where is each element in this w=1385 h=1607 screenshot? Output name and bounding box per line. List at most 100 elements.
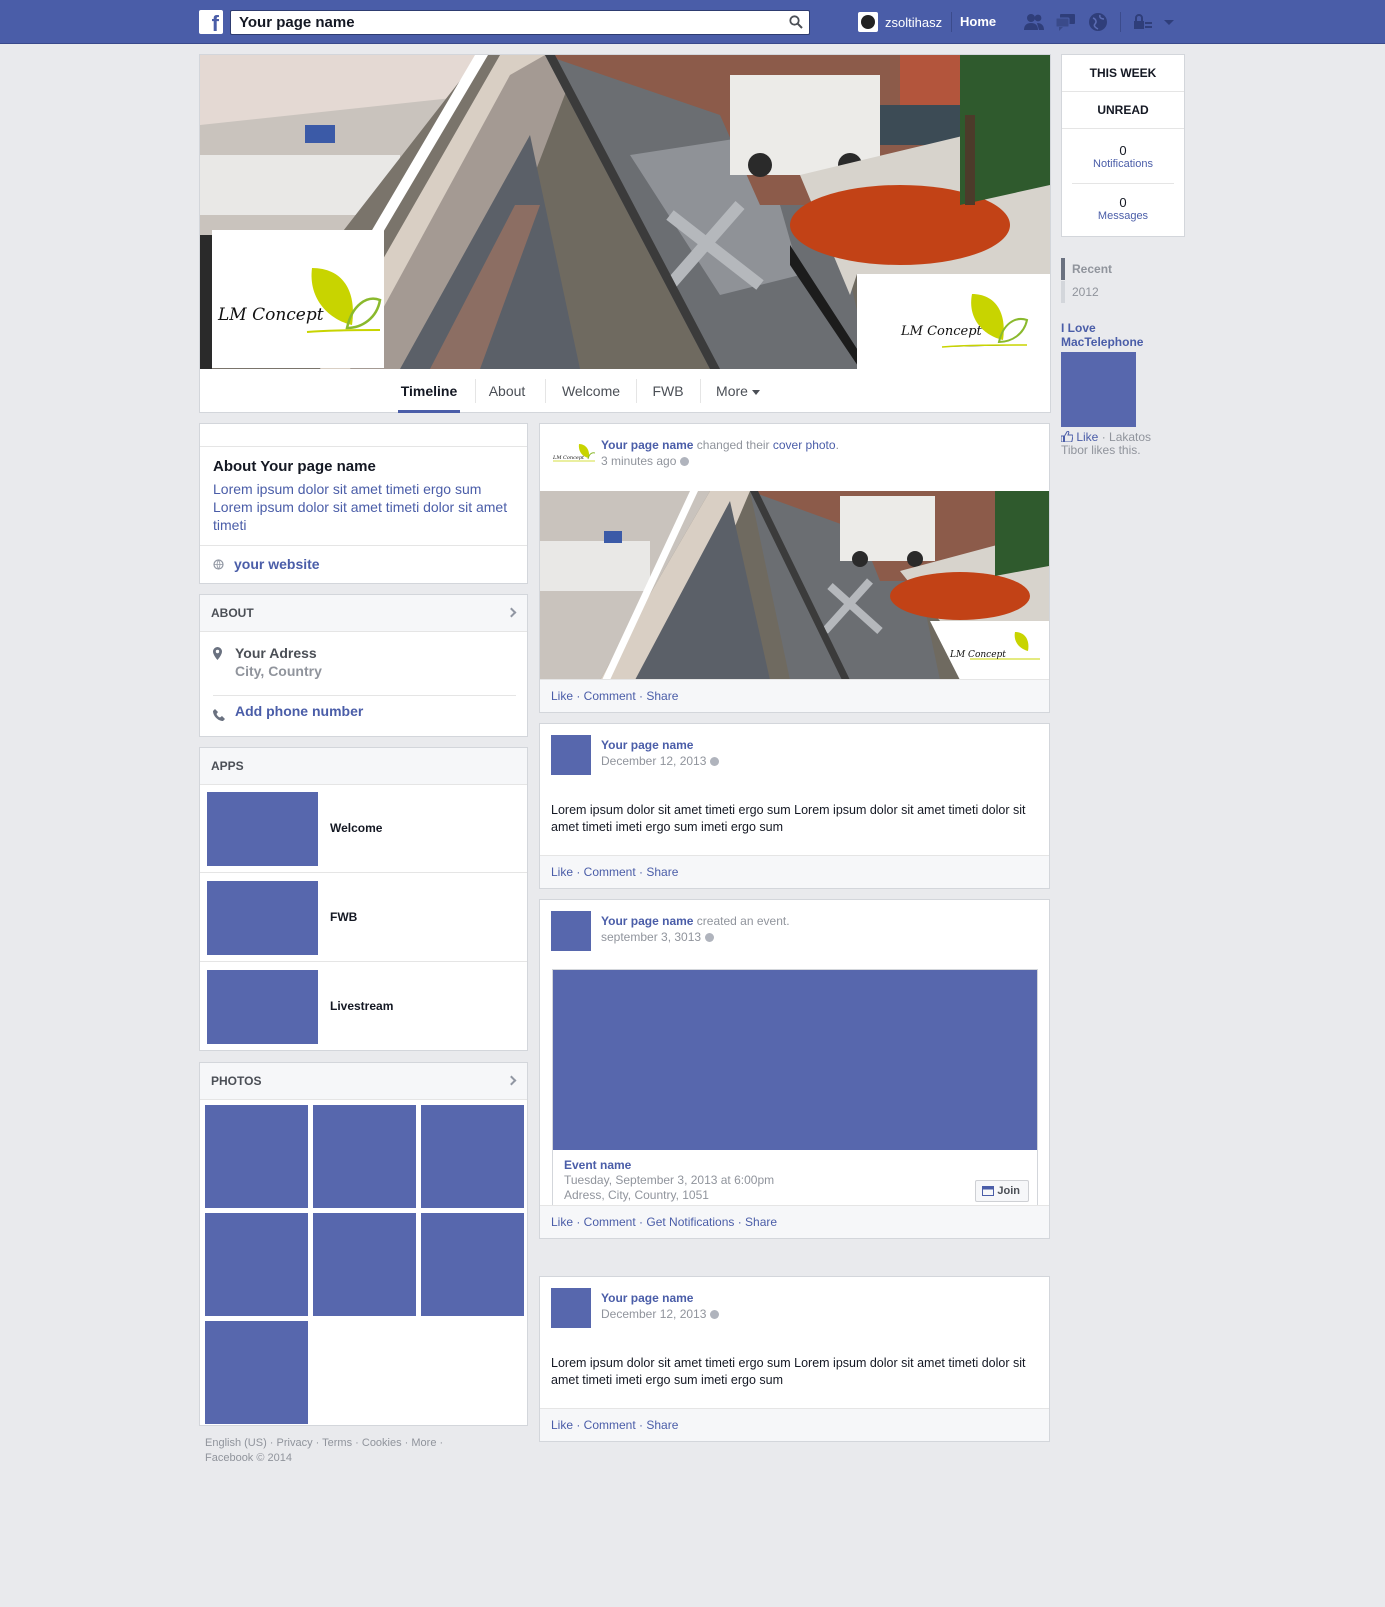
photo-thumbnail[interactable] <box>205 1321 308 1424</box>
about-section: ABOUT Your Adress City, Country Add phon… <box>199 594 528 737</box>
post-actions-links[interactable]: Like · Comment · Share <box>551 865 678 879</box>
privacy-lock-icon[interactable] <box>1132 12 1154 32</box>
avatar <box>858 12 878 32</box>
cover-collage-small: LM Concept <box>540 491 1049 680</box>
public-globe-icon <box>705 933 715 943</box>
ad-title[interactable]: I Love MacTelephone <box>1061 321 1161 349</box>
notifications-counter[interactable]: 0 Notifications <box>1062 143 1184 170</box>
tab-timeline[interactable]: Timeline <box>398 369 460 413</box>
app-name: Welcome <box>330 821 383 835</box>
post-timestamp[interactable]: December 12, 2013 <box>601 1307 720 1321</box>
profile-picture[interactable]: LM Concept <box>212 230 384 368</box>
post-author-link[interactable]: Your page name <box>601 914 693 928</box>
footer-links[interactable]: English (US) · Privacy · Terms · Cookies… <box>205 1436 443 1451</box>
messages-count: 0 <box>1119 195 1127 210</box>
cover-logo-text: LM Concept <box>901 324 982 339</box>
event-name[interactable]: Event name <box>564 1158 631 1172</box>
post-actions-links[interactable]: Like · Comment · Share <box>551 1418 678 1432</box>
photos-section: PHOTOS <box>199 1062 528 1426</box>
photo-thumbnail[interactable] <box>205 1213 308 1316</box>
photo-thumbnail[interactable] <box>421 1213 524 1316</box>
chevron-right-icon <box>506 1075 517 1086</box>
post-header: Your page name <box>601 738 693 752</box>
lm-concept-logo-icon <box>306 268 382 333</box>
post-author-avatar[interactable] <box>551 1288 591 1328</box>
friend-requests-icon[interactable] <box>1023 12 1045 32</box>
thumbs-up-icon <box>1060 430 1074 443</box>
app-thumbnail <box>207 881 318 955</box>
messages-icon[interactable] <box>1055 12 1077 32</box>
post-actions-links[interactable]: Like · Comment · Share <box>551 689 678 703</box>
recent-link[interactable]: Recent <box>1072 262 1112 276</box>
app-item-welcome[interactable]: Welcome <box>200 785 527 873</box>
notifications-globe-icon[interactable] <box>1087 12 1109 32</box>
app-item-livestream[interactable]: Livestream <box>200 963 527 1051</box>
messages-counter[interactable]: 0 Messages <box>1062 195 1184 222</box>
about-section-header[interactable]: ABOUT <box>200 595 527 632</box>
photos-header[interactable]: PHOTOS <box>200 1063 527 1100</box>
search-icon[interactable] <box>789 15 803 29</box>
globe-icon <box>213 559 224 570</box>
post-cover-image[interactable]: LM Concept <box>540 491 1049 680</box>
post-author-avatar[interactable] <box>551 735 591 775</box>
event-date: Tuesday, September 3, 2013 at 6:00pm <box>564 1173 775 1187</box>
tab-about[interactable]: About <box>478 369 536 413</box>
cover-photo[interactable]: LM Concept LM Concept <box>200 55 1050 369</box>
post-header: Your page name created an event. <box>601 914 790 928</box>
settings-dropdown-icon[interactable] <box>1158 12 1180 32</box>
tab-more-label: More <box>716 383 748 399</box>
photo-thumbnail[interactable] <box>421 1105 524 1208</box>
divider <box>545 379 546 403</box>
event-card[interactable]: Event name Tuesday, September 3, 2013 at… <box>552 969 1038 1218</box>
add-phone-link[interactable]: Add phone number <box>235 703 363 719</box>
post-author-link[interactable]: Your page name <box>601 738 693 752</box>
divider <box>1120 12 1121 32</box>
post-author-link[interactable]: Your page name <box>601 438 693 452</box>
home-link[interactable]: Home <box>960 14 996 29</box>
website-link[interactable]: your website <box>234 556 320 572</box>
tab-welcome[interactable]: Welcome <box>548 369 634 413</box>
photo-thumbnail[interactable] <box>313 1213 416 1316</box>
photos-title: PHOTOS <box>211 1074 262 1088</box>
year-link[interactable]: 2012 <box>1072 285 1099 299</box>
post-timestamp[interactable]: December 12, 2013 <box>601 754 720 768</box>
app-thumbnail <box>207 792 318 866</box>
apps-section: APPS Welcome FWB Livestream <box>199 747 528 1051</box>
unread-tab[interactable]: UNREAD <box>1062 92 1184 129</box>
app-name: FWB <box>330 910 358 924</box>
public-globe-icon <box>710 757 720 767</box>
post-actions-links[interactable]: Like · Comment · Get Notifications · Sha… <box>551 1215 777 1229</box>
ad-image[interactable] <box>1061 352 1136 427</box>
timeline-marker <box>1061 258 1065 280</box>
post-timestamp[interactable]: september 3, 3013 <box>601 930 715 944</box>
feed-post: Your page name December 12, 2013 Lorem i… <box>539 723 1050 889</box>
join-button[interactable]: Join <box>975 1180 1029 1202</box>
post-header: Your page name changed their cover photo… <box>601 438 839 452</box>
photo-thumbnail[interactable] <box>313 1105 416 1208</box>
ad-like-text: · Lakatos Tibor likes this. <box>1061 430 1152 457</box>
post-page-avatar[interactable]: LM Concept <box>551 438 596 468</box>
search-input[interactable] <box>231 11 761 34</box>
photo-thumbnail[interactable] <box>205 1105 308 1208</box>
post-author-link[interactable]: Your page name <box>601 1291 693 1305</box>
tab-more[interactable]: More <box>702 369 774 413</box>
ad-like-link[interactable]: Like <box>1076 430 1098 444</box>
facebook-logo-icon[interactable]: f <box>199 10 223 34</box>
this-week-tab[interactable]: THIS WEEK <box>1062 55 1184 92</box>
post-action-text: changed their <box>693 438 773 452</box>
profile-logo-text: LM Concept <box>218 305 324 325</box>
ad-like-line: Like · Lakatos Tibor likes this. <box>1060 430 1171 457</box>
lm-concept-leaf-icon <box>941 294 1029 348</box>
post-timestamp[interactable]: 3 minutes ago <box>601 454 690 468</box>
tab-fwb[interactable]: FWB <box>638 369 698 413</box>
search-bar <box>230 10 810 35</box>
post-actions-bar: Like · Comment · Share <box>540 679 1049 712</box>
chevron-right-icon <box>506 607 517 618</box>
cover-photo-link[interactable]: cover photo <box>773 438 836 452</box>
app-item-fwb[interactable]: FWB <box>200 874 527 962</box>
profile-link[interactable]: zsoltihasz <box>858 12 942 32</box>
app-thumbnail <box>207 970 318 1044</box>
post-author-avatar[interactable] <box>551 911 591 951</box>
phone-icon <box>213 709 225 721</box>
post-action-end: . <box>835 438 839 452</box>
